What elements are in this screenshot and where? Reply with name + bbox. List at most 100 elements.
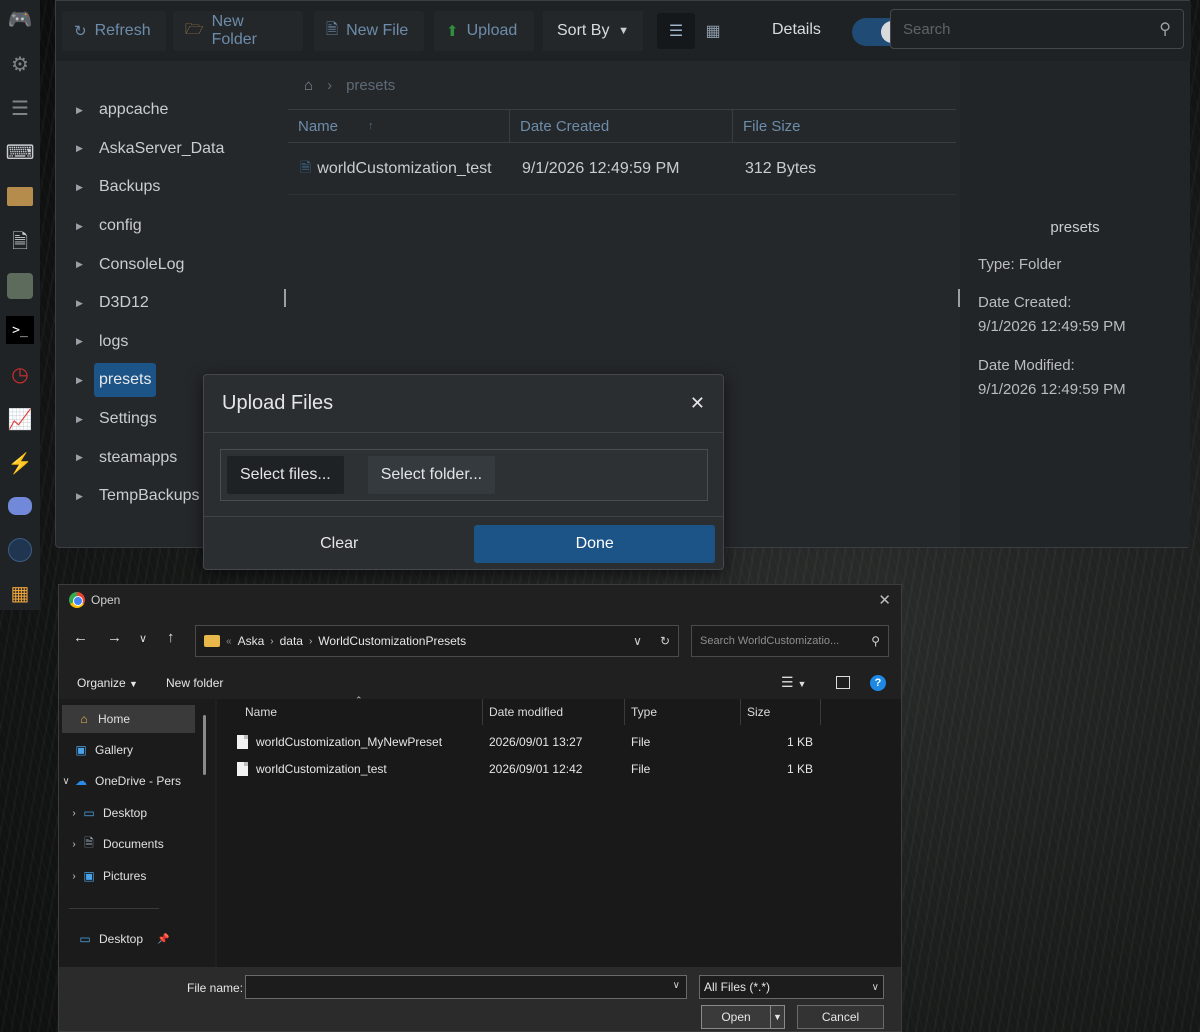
tree-item[interactable]: ▶ logs [56,323,284,362]
keyboard-icon[interactable]: ⌨ [6,139,35,167]
chevron-right-icon[interactable]: › [67,839,81,850]
expand-arrow-icon[interactable]: ▶ [76,298,94,309]
path-segment[interactable]: Aska [238,634,265,648]
scrollbar[interactable] [203,715,206,775]
upload-button[interactable]: ⬆ Upload [434,11,534,51]
new-file-button[interactable]: 🗎 New File [314,11,424,51]
expand-arrow-icon[interactable]: ▶ [76,336,94,347]
table-row[interactable]: 🗎 worldCustomization_test 9/1/2026 12:49:… [288,143,956,195]
tree-item[interactable]: ▶ appcache [56,91,284,130]
search-icon[interactable]: ⚲ [1159,19,1171,39]
tree-item[interactable]: ▶ ConsoleLog [56,245,284,284]
column-header-date[interactable]: Date Created [510,110,733,142]
file-name-input[interactable] [246,976,656,998]
cancel-button[interactable]: Cancel [797,1005,884,1029]
column-header-name[interactable]: ⌃ Name [217,695,483,725]
open-split-caret-icon[interactable]: ▼ [770,1006,784,1028]
chevron-down-icon[interactable]: ∨ [59,776,73,787]
gamepad-icon[interactable]: 🎮 [6,6,34,34]
search-icon[interactable]: ⚲ [871,634,880,648]
list-item[interactable]: worldCustomization_MyNewPreset 2026/09/0… [217,729,821,755]
nav-item-desktop[interactable]: › ▭ Desktop [59,799,215,827]
file-pulse-icon[interactable]: 🗎 [6,228,34,256]
preview-pane-icon[interactable] [836,676,850,689]
back-arrow-icon[interactable]: ← [73,629,88,646]
nav-item-onedrive[interactable]: ∨ ☁ OneDrive - Pers [59,767,215,795]
expand-arrow-icon[interactable]: ▶ [76,414,94,425]
up-arrow-icon[interactable]: ↑ [167,629,175,646]
chevron-down-icon[interactable]: ∨ [673,980,680,991]
folder-icon[interactable] [6,182,34,210]
new-folder-button[interactable]: 🗁 New Folder [173,11,303,51]
expand-arrow-icon[interactable]: ▶ [76,143,94,154]
tree-item[interactable]: ▶ Backups [56,168,284,207]
sort-by-dropdown[interactable]: Sort By ▼ [543,11,643,51]
expand-arrow-icon[interactable]: ▶ [76,221,94,232]
breadcrumb-current[interactable]: presets [346,77,395,94]
chevron-right-icon[interactable]: › [67,871,81,882]
view-options-icon[interactable]: ☰ ▼ [781,674,806,691]
nav-item-pictures[interactable]: › ▣ Pictures [59,862,215,890]
chevron-down-icon[interactable]: ∨ [633,634,642,648]
clock-icon[interactable]: ◷ [6,361,34,389]
expand-arrow-icon[interactable]: ▶ [76,105,94,116]
folder-search-input[interactable] [700,635,872,647]
chevron-right-icon[interactable]: › [67,808,81,819]
splitter-handle[interactable] [284,289,286,307]
chart-icon[interactable]: 📈 [6,406,34,434]
expand-arrow-icon[interactable]: ▶ [76,182,94,193]
organize-menu[interactable]: Organize ▼ [77,676,138,690]
expand-arrow-icon[interactable]: ▶ [76,259,94,270]
sliders-icon[interactable]: ☰ [6,95,34,123]
close-icon[interactable]: ✕ [878,591,891,609]
home-icon[interactable]: ⌂ [304,77,313,94]
tree-item-label: config [99,217,142,235]
path-segment[interactable]: WorldCustomizationPresets [318,634,466,648]
discord-icon[interactable] [6,492,34,520]
desktop-icon: ▭ [79,932,91,946]
grid-view-button[interactable]: ▦ [694,13,732,49]
overflow-chevron-icon[interactable]: « [226,636,232,647]
refresh-button[interactable]: ↻ Refresh [62,11,166,51]
nav-item-home[interactable]: ⌂ Home [62,705,195,733]
nav-item-desktop-pinned[interactable]: ▭ Desktop 📌 [59,925,215,953]
list-item[interactable]: worldCustomization_test 2026/09/01 12:42… [217,756,821,782]
clear-button[interactable]: Clear [212,525,466,563]
address-bar[interactable]: « Aska › data › WorldCustomizationPreset… [195,625,679,657]
done-button[interactable]: Done [474,524,715,563]
table-icon[interactable]: ▦ [6,580,34,608]
help-icon[interactable]: ? [870,675,886,691]
expand-arrow-icon[interactable]: ▶ [76,491,94,502]
column-header-size[interactable]: File Size [733,110,956,142]
terminal-icon[interactable]: >_ [6,316,34,344]
close-icon[interactable]: ✕ [690,393,705,414]
new-folder-button[interactable]: New folder [166,676,223,690]
steam-icon[interactable] [6,272,34,300]
refresh-icon[interactable]: ↻ [660,634,670,648]
tree-item[interactable]: ▶ config [56,207,284,246]
select-folder-button[interactable]: Select folder... [367,456,496,494]
file-type-select[interactable]: All Files (*.*) ∨ [699,975,884,999]
details-created-value: 9/1/2026 12:49:59 PM [978,318,1126,335]
nav-item-documents[interactable]: › 🗎 Documents [59,830,215,858]
gears-icon[interactable]: ⚙ [6,51,34,79]
search-input[interactable] [903,20,1160,38]
column-header-date-modified[interactable]: Date modified [483,699,625,725]
list-view-button[interactable]: ☰ [657,13,695,49]
organize-label: Organize [77,676,126,690]
open-button[interactable]: Open ▼ [701,1005,785,1029]
nav-item-gallery[interactable]: ▣ Gallery [59,736,215,764]
forward-arrow-icon[interactable]: → [107,629,122,646]
column-header-type[interactable]: Type [625,699,741,725]
wmods-icon[interactable] [6,536,34,564]
expand-arrow-icon[interactable]: ▶ [76,375,94,386]
expand-arrow-icon[interactable]: ▶ [76,452,94,463]
path-segment[interactable]: data [280,634,303,648]
tree-item[interactable]: ▶ D3D12 [56,284,284,323]
tree-item[interactable]: ▶ AskaServer_Data [56,130,284,169]
lightning-icon[interactable]: ⚡ [6,450,34,478]
select-files-button[interactable]: Select files... [227,456,344,494]
column-header-name[interactable]: Name ↑ [288,110,510,142]
recent-chevron-icon[interactable]: ∨ [139,632,147,645]
column-header-size[interactable]: Size [741,699,821,725]
